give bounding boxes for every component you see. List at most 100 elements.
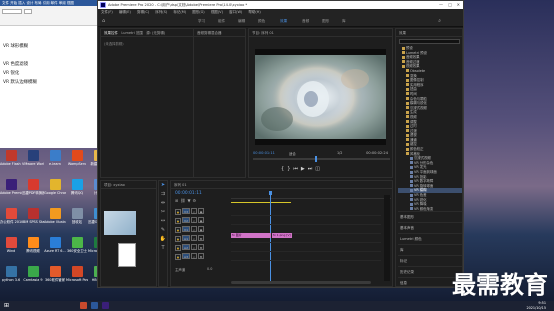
program-playhead[interactable]	[315, 156, 317, 162]
track-name[interactable]: A1	[182, 235, 190, 241]
tab-effects[interactable]: 效果	[396, 29, 462, 37]
project-thumbnail-1[interactable]	[104, 211, 136, 235]
desktop-icon[interactable]: IBM SPSS Statistics 20	[22, 208, 44, 240]
desktop-icon[interactable]: Azure RT 6...	[44, 237, 66, 269]
wrench-icon[interactable]: ⚙	[193, 198, 199, 203]
desktop-icon[interactable]: 腾讯QQ	[66, 179, 88, 211]
eye-icon[interactable]: ◉	[198, 208, 204, 214]
track-name[interactable]: V3	[182, 208, 190, 214]
mute-icon[interactable]: M	[198, 253, 204, 259]
sync-lock-icon[interactable]: ◇	[191, 208, 197, 214]
program-video[interactable]	[255, 49, 386, 145]
desktop-icon[interactable]: WampServ	[66, 150, 88, 182]
desktop-icon[interactable]: e-learn	[44, 150, 66, 182]
desktop-icon[interactable]: Google Chrome	[44, 179, 66, 211]
lock-icon[interactable]: 🔒	[175, 236, 181, 242]
taskbar-app-icon[interactable]	[80, 302, 87, 309]
slip-tool-icon[interactable]: ↔	[159, 217, 167, 226]
pen-tool-icon[interactable]: ✎	[159, 226, 167, 235]
tab-lumetri-scopes[interactable]: Lumetri 范围	[121, 31, 143, 35]
project-thumbnail-2[interactable]	[118, 243, 136, 267]
razor-tool-icon[interactable]: ✂	[159, 208, 167, 217]
work-area-bar[interactable]	[231, 202, 291, 203]
desktop-icon[interactable]: 360安全卫士	[66, 237, 88, 269]
timeline-track-header[interactable]: 🔒 V2 ◇ ◉	[171, 217, 229, 226]
export-frame-icon[interactable]: ◫	[315, 166, 323, 172]
track-select-tool-icon[interactable]: ⇉	[159, 190, 167, 199]
desktop-icon[interactable]: 迅捷PDF转换器 (v4.0)	[22, 179, 44, 211]
eye-icon[interactable]: ◉	[198, 226, 204, 232]
sync-lock-icon[interactable]: ◇	[191, 217, 197, 223]
desktop-icon[interactable]: 腾讯视频	[22, 237, 44, 269]
desktop-icon[interactable]: 360软件管家	[44, 266, 66, 298]
play-icon[interactable]: ▶	[301, 166, 308, 172]
timeline-track-header[interactable]: 🔒 A1 ◇ M	[171, 235, 229, 244]
timeline-track-header[interactable]: 🔒 A2 ◇ M	[171, 244, 229, 253]
home-icon[interactable]: ⌂	[102, 18, 105, 24]
sync-lock-icon[interactable]: ◇	[191, 244, 197, 250]
word-document-body[interactable]: VR 球形模糊 VR 色度滤镜 VR 锐化 VR 默认边缘模糊	[3, 42, 93, 87]
lock-icon[interactable]: 🔒	[175, 209, 181, 215]
program-timecode[interactable]: 00:00:01:11	[253, 151, 275, 155]
timeline-track-header[interactable]: 🔒 V1 ◇ ◉	[171, 226, 229, 235]
menu-sequence[interactable]: 序列(S)	[155, 10, 167, 14]
tab-project[interactable]: 项目: xyxiao	[101, 181, 156, 189]
clip-image-2[interactable]: fx 1.png [V]	[272, 233, 292, 238]
desktop-icon[interactable]: python 3.6	[0, 266, 22, 298]
search-icon[interactable]: ⌕	[438, 18, 441, 24]
desktop-icon[interactable]: VMware Workstati...	[22, 150, 44, 182]
desktop-icon[interactable]: Adobe Premiere ...	[0, 179, 22, 211]
panel-header[interactable]: 库	[398, 244, 462, 255]
time-ruler[interactable]	[231, 191, 391, 199]
sync-lock-icon[interactable]: ◇	[191, 226, 197, 232]
desktop-icon[interactable]: Wind	[0, 237, 22, 269]
track-name[interactable]: A2	[182, 244, 190, 250]
mute-icon[interactable]: M	[198, 244, 204, 250]
timeline-track-lane[interactable]	[231, 217, 381, 225]
tab-program[interactable]: 节目: 序列 01	[249, 29, 392, 37]
lock-icon[interactable]: 🔒	[175, 254, 181, 260]
menu-marker[interactable]: 标记(M)	[173, 10, 186, 14]
workspace-learning[interactable]: 学习	[198, 19, 205, 24]
format-buttons[interactable]	[2, 16, 32, 20]
sync-lock-icon[interactable]: ◇	[191, 253, 197, 259]
taskbar-word-icon[interactable]	[91, 302, 98, 309]
system-clock[interactable]: 9:51 2021/10/15	[526, 301, 546, 310]
sync-lock-icon[interactable]: ◇	[191, 235, 197, 241]
menu-graphics[interactable]: 图形(G)	[192, 10, 204, 14]
type-tool-icon[interactable]: T	[159, 244, 167, 253]
workspace-assembly[interactable]: 组件	[218, 19, 225, 24]
timeline-zoom-scrollbar[interactable]	[231, 281, 371, 284]
workspace-graphics[interactable]: 图形	[322, 19, 329, 24]
timeline-track-header[interactable]: 🔒 V3 ◇ ◉	[171, 208, 229, 217]
lock-icon[interactable]: 🔒	[175, 227, 181, 233]
step-back-icon[interactable]: ⏮	[293, 166, 301, 172]
taskbar-premiere-icon[interactable]	[102, 302, 109, 309]
fit-dropdown[interactable]: 适合	[289, 151, 296, 156]
desktop-icon[interactable]: Camtasia 9	[22, 266, 44, 298]
workspace-editing[interactable]: 编辑	[238, 19, 245, 24]
start-icon[interactable]: ⊞	[4, 302, 9, 309]
font-selector[interactable]	[2, 9, 22, 14]
selection-tool-icon[interactable]: ➤	[159, 181, 167, 190]
menu-edit[interactable]: 编辑(E)	[119, 10, 131, 14]
eye-icon[interactable]: ◉	[198, 217, 204, 223]
menu-help[interactable]: 帮助(H)	[248, 10, 260, 14]
tab-source[interactable]: 源: (无剪辑)	[146, 31, 165, 35]
tab-sequence[interactable]: 序列 01	[171, 181, 392, 189]
lock-icon[interactable]: 🔒	[175, 245, 181, 251]
timeline-track-lane[interactable]	[231, 253, 381, 261]
resolution-dropdown[interactable]: 1/2	[337, 151, 342, 155]
lock-icon[interactable]: 🔒	[175, 218, 181, 224]
effects-search-input[interactable]	[399, 39, 460, 44]
clip-image-1[interactable]: fx 图片	[231, 233, 271, 238]
desktop-icon[interactable]: Adobe Flash Professio...	[0, 150, 22, 182]
timeline-timecode[interactable]: 00:00:01:11	[175, 191, 202, 196]
desktop-icon[interactable]: 回收站	[66, 208, 88, 240]
timeline-track-lane[interactable]	[231, 208, 381, 216]
desktop-icon[interactable]: 办公软件 2010	[0, 208, 22, 240]
desktop-icon[interactable]: Microsoft PowerPoint	[66, 266, 88, 298]
tab-effect-controls[interactable]: 效果控件	[104, 31, 118, 35]
timeline-track-lane[interactable]	[231, 244, 381, 252]
track-name[interactable]: V1	[182, 226, 190, 232]
